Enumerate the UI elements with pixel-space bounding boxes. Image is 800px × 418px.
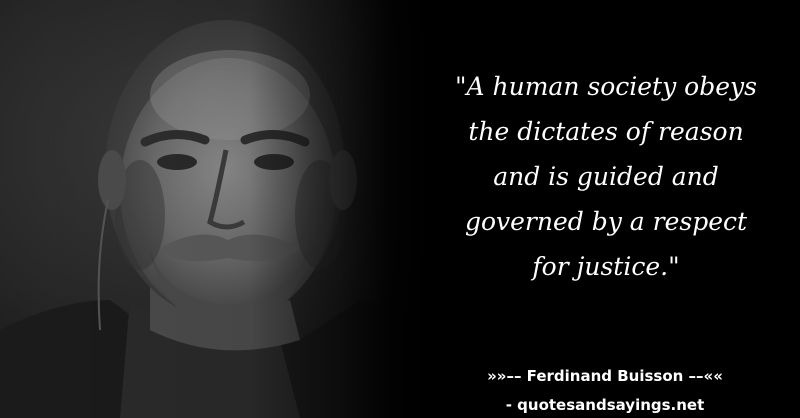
quote-line: the dictates of reason bbox=[468, 117, 744, 146]
quote-card: "A human society obeys the dictates of r… bbox=[0, 0, 800, 418]
author-attribution: »»–– Ferdinand Buisson ––«« bbox=[487, 367, 723, 385]
source-website: - quotesandsayings.net bbox=[505, 396, 705, 414]
quote-line: for justice." bbox=[532, 252, 680, 281]
quote-line: and is guided and bbox=[493, 162, 719, 191]
quote-line: "A human society obeys bbox=[455, 72, 757, 101]
quote-text: "A human society obeys the dictates of r… bbox=[420, 64, 792, 289]
quote-line: governed by a respect bbox=[464, 207, 748, 236]
